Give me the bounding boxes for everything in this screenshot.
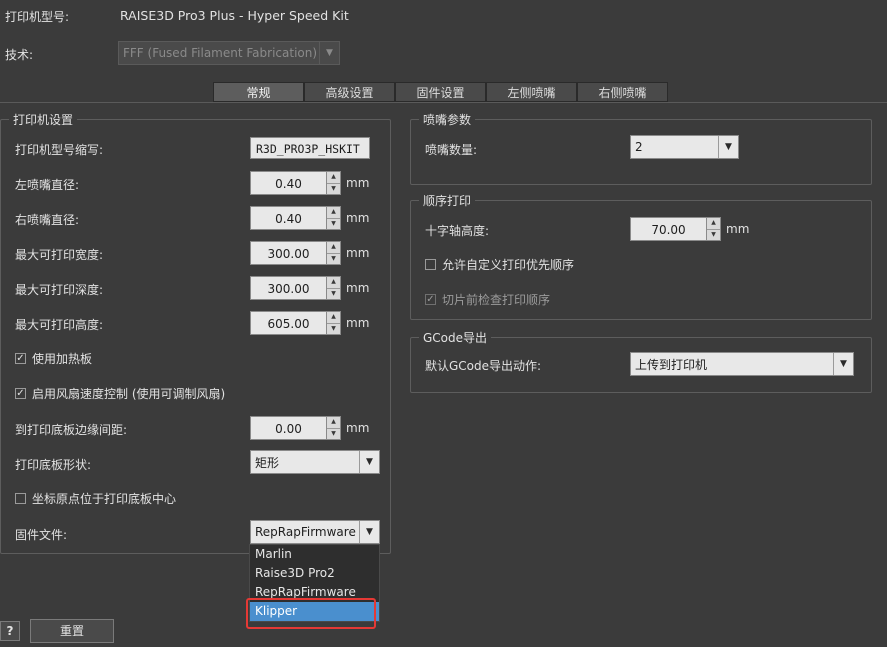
spin-down-icon[interactable]: ▼ bbox=[327, 287, 340, 300]
gantry-height-label: 十字轴高度: bbox=[425, 224, 490, 238]
spin-up-icon[interactable]: ▲ bbox=[327, 207, 340, 218]
model-abbr-input[interactable]: R3D_PRO3P_HSKIT bbox=[250, 137, 370, 159]
firmware-option-klipper[interactable]: Klipper bbox=[250, 602, 379, 621]
firmware-option-reprapfirmware[interactable]: RepRapFirmware bbox=[250, 583, 379, 602]
checkmark-icon: ✓ bbox=[425, 293, 436, 305]
custom-order-checkbox[interactable]: 允许自定义打印优先顺序 bbox=[425, 256, 574, 273]
gcode-export-title: GCode导出 bbox=[419, 329, 492, 346]
firmware-option-raise3d-pro2[interactable]: Raise3D Pro2 bbox=[250, 564, 379, 583]
chevron-down-icon: ▼ bbox=[319, 42, 339, 64]
unit-label: mm bbox=[346, 176, 370, 190]
tab-firmware[interactable]: 固件设置 bbox=[395, 82, 486, 102]
origin-center-checkbox[interactable]: 坐标原点位于打印底板中心 bbox=[15, 490, 176, 507]
max-depth-value[interactable]: 300.00 bbox=[250, 276, 326, 300]
custom-order-label: 允许自定义打印优先顺序 bbox=[442, 258, 575, 272]
max-height-label: 最大可打印高度: bbox=[15, 318, 104, 332]
firmware-value: RepRapFirmware bbox=[255, 525, 356, 539]
bed-margin-label: 到打印底板边缘间距: bbox=[15, 423, 128, 437]
checkmark-icon[interactable]: ✓ bbox=[15, 353, 26, 364]
firmware-select[interactable]: RepRapFirmware ▼ bbox=[250, 520, 380, 544]
left-nozzle-stepper[interactable]: 0.40 ▲ ▼ bbox=[250, 171, 341, 195]
tab-left-nozzle[interactable]: 左侧喷嘴 bbox=[486, 82, 577, 102]
right-nozzle-label: 右喷嘴直径: bbox=[15, 213, 80, 227]
chevron-down-icon[interactable]: ▼ bbox=[718, 136, 738, 158]
chevron-down-icon[interactable]: ▼ bbox=[833, 353, 853, 375]
firmware-dropdown-list: Marlin Raise3D Pro2 RepRapFirmware Klipp… bbox=[249, 544, 380, 622]
tab-divider bbox=[0, 102, 887, 103]
spin-down-icon[interactable]: ▼ bbox=[327, 427, 340, 440]
max-width-stepper[interactable]: 300.00 ▲ ▼ bbox=[250, 241, 341, 265]
fan-control-label: 启用风扇速度控制 (使用可调制风扇) bbox=[32, 387, 226, 401]
unit-label: mm bbox=[726, 222, 750, 236]
nozzle-count-label: 喷嘴数量: bbox=[425, 143, 478, 157]
left-nozzle-label: 左喷嘴直径: bbox=[15, 178, 80, 192]
max-width-value[interactable]: 300.00 bbox=[250, 241, 326, 265]
reset-button[interactable]: 重置 bbox=[30, 619, 114, 643]
gcode-action-value: 上传到打印机 bbox=[635, 357, 708, 372]
spin-up-icon[interactable]: ▲ bbox=[327, 417, 340, 428]
spin-down-icon[interactable]: ▼ bbox=[327, 252, 340, 265]
technology-label: 技术: bbox=[5, 48, 34, 62]
technology-select: FFF (Fused Filament Fabrication) ▼ bbox=[118, 41, 340, 65]
printer-model-label: 打印机型号: bbox=[5, 10, 70, 24]
spin-down-icon[interactable]: ▼ bbox=[327, 322, 340, 335]
spin-down-icon[interactable]: ▼ bbox=[327, 217, 340, 230]
technology-value: FFF (Fused Filament Fabrication) bbox=[123, 46, 318, 60]
tab-advanced[interactable]: 高级设置 bbox=[304, 82, 395, 102]
help-button[interactable]: ? bbox=[0, 621, 20, 641]
sequential-print-title: 顺序打印 bbox=[419, 192, 476, 209]
left-nozzle-value[interactable]: 0.40 bbox=[250, 171, 326, 195]
bed-shape-label: 打印底板形状: bbox=[15, 458, 92, 472]
spin-up-icon[interactable]: ▲ bbox=[327, 242, 340, 253]
printer-settings-title: 打印机设置 bbox=[9, 111, 78, 128]
max-height-stepper[interactable]: 605.00 ▲ ▼ bbox=[250, 311, 341, 335]
spin-up-icon[interactable]: ▲ bbox=[327, 277, 340, 288]
printer-model-value: RAISE3D Pro3 Plus - Hyper Speed Kit bbox=[120, 8, 349, 23]
model-abbr-label: 打印机型号缩写: bbox=[15, 143, 104, 157]
origin-center-label: 坐标原点位于打印底板中心 bbox=[32, 492, 177, 506]
spin-up-icon[interactable]: ▲ bbox=[707, 218, 720, 229]
unit-label: mm bbox=[346, 421, 370, 435]
gcode-action-label: 默认GCode导出动作: bbox=[425, 359, 542, 373]
bed-margin-stepper[interactable]: 0.00 ▲ ▼ bbox=[250, 416, 341, 440]
unit-label: mm bbox=[346, 281, 370, 295]
heated-bed-label: 使用加热板 bbox=[32, 352, 93, 366]
max-height-value[interactable]: 605.00 bbox=[250, 311, 326, 335]
firmware-option-marlin[interactable]: Marlin bbox=[250, 545, 379, 564]
unit-label: mm bbox=[346, 316, 370, 330]
checkbox-empty-icon[interactable] bbox=[425, 259, 436, 270]
spin-down-icon[interactable]: ▼ bbox=[327, 182, 340, 195]
fan-control-checkbox[interactable]: ✓ 启用风扇速度控制 (使用可调制风扇) bbox=[15, 385, 225, 402]
max-depth-label: 最大可打印深度: bbox=[15, 283, 104, 297]
check-order-checkbox: ✓ 切片前检查打印顺序 bbox=[425, 291, 550, 308]
max-width-label: 最大可打印宽度: bbox=[15, 248, 104, 262]
tab-general[interactable]: 常规 bbox=[213, 82, 304, 102]
tab-right-nozzle[interactable]: 右侧喷嘴 bbox=[577, 82, 668, 102]
spin-up-icon[interactable]: ▲ bbox=[327, 312, 340, 323]
spin-up-icon[interactable]: ▲ bbox=[327, 172, 340, 183]
heated-bed-checkbox[interactable]: ✓ 使用加热板 bbox=[15, 350, 92, 367]
bed-shape-value: 矩形 bbox=[255, 455, 280, 470]
right-nozzle-value[interactable]: 0.40 bbox=[250, 206, 326, 230]
bed-shape-select[interactable]: 矩形 ▼ bbox=[250, 450, 380, 474]
checkbox-empty-icon[interactable] bbox=[15, 493, 26, 504]
checkmark-icon[interactable]: ✓ bbox=[15, 388, 26, 399]
unit-label: mm bbox=[346, 211, 370, 225]
gantry-height-stepper[interactable]: 70.00 ▲ ▼ bbox=[630, 217, 721, 241]
nozzle-params-title: 喷嘴参数 bbox=[419, 111, 476, 128]
right-nozzle-stepper[interactable]: 0.40 ▲ ▼ bbox=[250, 206, 341, 230]
unit-label: mm bbox=[346, 246, 370, 260]
check-order-label: 切片前检查打印顺序 bbox=[442, 293, 551, 307]
spin-down-icon[interactable]: ▼ bbox=[707, 228, 720, 241]
chevron-down-icon[interactable]: ▼ bbox=[359, 451, 379, 473]
nozzle-count-value: 2 bbox=[635, 140, 643, 154]
max-depth-stepper[interactable]: 300.00 ▲ ▼ bbox=[250, 276, 341, 300]
gcode-action-select[interactable]: 上传到打印机 ▼ bbox=[630, 352, 854, 376]
gantry-height-value[interactable]: 70.00 bbox=[630, 217, 706, 241]
chevron-down-icon[interactable]: ▼ bbox=[359, 521, 379, 543]
nozzle-count-select[interactable]: 2 ▼ bbox=[630, 135, 739, 159]
firmware-label: 固件文件: bbox=[15, 528, 68, 542]
bed-margin-value[interactable]: 0.00 bbox=[250, 416, 326, 440]
